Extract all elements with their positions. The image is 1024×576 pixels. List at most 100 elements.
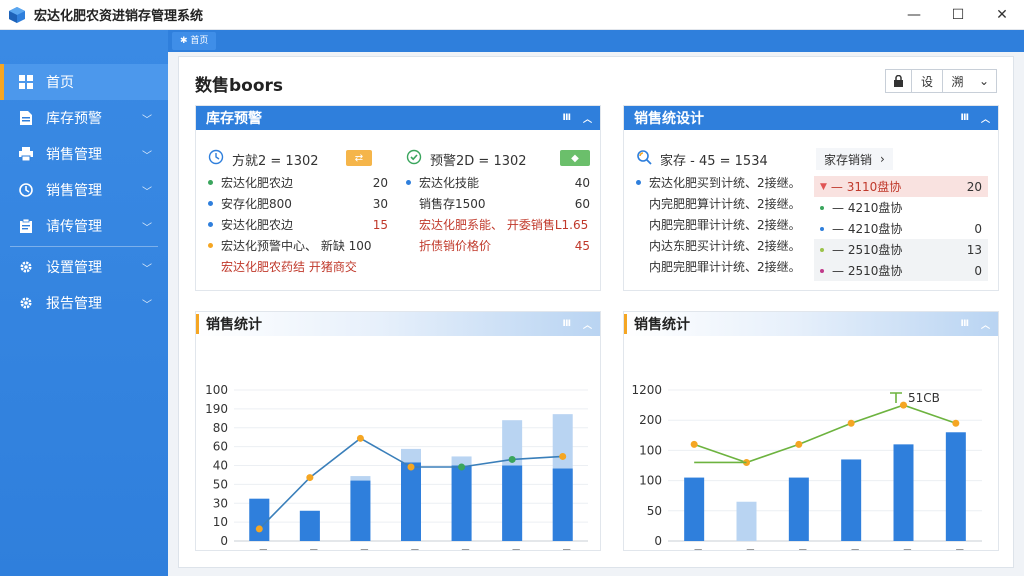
line-point xyxy=(795,440,803,448)
gear-icon xyxy=(18,259,34,275)
collapse-icon[interactable]: ︿ xyxy=(981,318,990,331)
list-item: 安存化肥800 30 xyxy=(208,193,388,214)
sidebar: 首页 库存预警 ﹀ 销售管理 ﹀ 销售管理 ﹀ 请传管理 ﹀ 设置管理 ﹀ 报告… xyxy=(0,30,168,576)
line-point xyxy=(407,463,415,471)
annotation-marker xyxy=(890,392,902,403)
sidebar-item-settings[interactable]: 设置管理 ﹀ xyxy=(0,249,168,285)
line-point xyxy=(900,401,907,409)
search-icon xyxy=(636,149,652,169)
bar xyxy=(893,444,914,541)
control-label-2[interactable]: 溯 xyxy=(942,70,972,92)
chevron-down-icon: ﹀ xyxy=(142,264,152,275)
bar xyxy=(945,432,966,541)
sync-icon: ⇄ xyxy=(346,150,372,166)
line-point xyxy=(458,463,466,471)
list-item: 折债销价格价 45 xyxy=(419,238,590,254)
sidebar-item-label: 销售管理 xyxy=(46,147,102,163)
maximize-button[interactable]: ☐ xyxy=(936,0,980,30)
tag-icon: ◆ xyxy=(560,150,590,166)
panel-title: 销售统设计 xyxy=(634,111,704,127)
x-tick-label: 6月 xyxy=(553,548,573,550)
sidebar-item-sales-2[interactable]: 销售管理 ﹀ xyxy=(0,172,168,208)
series-line xyxy=(693,404,957,464)
y-tick-label: 100 xyxy=(205,383,228,397)
sidebar-item-label: 请传管理 xyxy=(46,219,102,235)
line-point xyxy=(508,455,516,463)
y-tick-label: 40 xyxy=(213,459,228,473)
collapse-icon[interactable]: ︿ xyxy=(981,112,990,125)
top-right-control[interactable]: 设 溯 ⌄ xyxy=(885,69,997,93)
x-tick-label: 2月 xyxy=(737,548,757,550)
list-item: 内肥完肥罪计计统、2接继。 xyxy=(649,260,801,274)
y-tick-label: 200 xyxy=(639,413,662,427)
collapse-icon[interactable]: ︿ xyxy=(583,318,592,331)
x-tick-label: 5月 xyxy=(894,548,914,550)
close-button[interactable]: ✕ xyxy=(980,0,1024,30)
bar xyxy=(684,477,705,541)
list-item: 安达化肥农边 15 xyxy=(208,214,388,235)
line-point xyxy=(255,525,263,533)
summary-row: 家存 - 45 = 1534 xyxy=(636,146,816,172)
line-point xyxy=(356,434,364,442)
columns-icon[interactable]: Ⅲ xyxy=(562,113,571,123)
sidebar-item-label: 销售管理 xyxy=(46,183,102,199)
sidebar-item-label: 库存预警 xyxy=(46,111,102,127)
list-item: 宏达化肥系能、 开委销售L1.65 xyxy=(419,218,589,232)
gear-icon xyxy=(18,295,34,311)
sales-chart-left: 0 10 30 50 40 60 80 190 100 1月 2月 3月 4月 5月 6月 6月 xyxy=(205,383,588,562)
columns-icon[interactable]: Ⅲ xyxy=(960,113,969,123)
x-tick-label: 1月 xyxy=(249,548,269,550)
clock-icon xyxy=(208,149,224,169)
sidebar-item-requests[interactable]: 请传管理 ﹀ xyxy=(0,208,168,244)
list-item: 内达东肥买计计统、2接继。 xyxy=(649,239,801,253)
x-tick-label: 3月 xyxy=(351,548,371,550)
bar xyxy=(249,498,270,541)
printer-icon xyxy=(18,146,34,162)
list-item: 宏达化肥农边 20 xyxy=(208,172,388,193)
x-tick-label: 4月 xyxy=(841,548,861,550)
columns-icon[interactable]: Ⅲ xyxy=(562,319,571,329)
title-bar: 宏达化肥农资进销存管理系统 — ☐ ✕ xyxy=(0,0,1024,30)
bar xyxy=(401,462,421,541)
panel-title: 销售统计 xyxy=(634,317,690,333)
sidebar-item-inventory-alert[interactable]: 库存预警 ﹀ xyxy=(0,100,168,136)
panel-header: 销售统计 Ⅲ ︿ xyxy=(196,312,600,336)
control-label-1[interactable]: 设 xyxy=(912,70,942,92)
y-tick-label: 190 xyxy=(205,402,228,416)
line-point xyxy=(952,419,960,427)
list-item: ▼ — 3110盘协 20 xyxy=(814,176,988,197)
y-tick-label: 0 xyxy=(220,534,228,548)
line-point xyxy=(690,440,698,448)
chevron-down-icon: ﹀ xyxy=(142,223,152,234)
list-item: 宏达化预警中心、 新缺 100 xyxy=(208,235,388,256)
sales-design-panel: 销售统设计 Ⅲ ︿ 家存 - 45 = 1534 宏达化肥买到计统、2接继。 内… xyxy=(623,105,999,291)
list-item: 内肥完肥罪计计统、2接继。 xyxy=(649,218,801,232)
tab-home[interactable]: ✱ 首页 xyxy=(172,32,217,50)
x-tick-label: 5月 xyxy=(452,548,472,550)
list-item: — 2510盘协 13 xyxy=(814,239,988,260)
window-title: 宏达化肥农资进销存管理系统 xyxy=(34,9,204,24)
y-tick-label: 60 xyxy=(213,440,228,454)
lock-icon[interactable] xyxy=(886,70,912,92)
collapse-icon[interactable]: ︿ xyxy=(583,112,592,125)
chevron-down-icon: ﹀ xyxy=(142,187,152,198)
x-tick-label: 4月 xyxy=(401,548,421,550)
sidebar-item-home[interactable]: 首页 xyxy=(0,64,168,100)
sidebar-item-sales-1[interactable]: 销售管理 ﹀ xyxy=(0,136,168,172)
list-item: — 4210盘协 0 xyxy=(814,218,988,239)
bar xyxy=(299,510,320,541)
bar xyxy=(788,477,809,541)
sidebar-divider xyxy=(10,246,158,247)
chevron-down-icon[interactable]: ⌄ xyxy=(972,70,996,92)
list-item: 宏达化技能 40 xyxy=(406,172,590,193)
bar xyxy=(552,468,573,541)
minimize-button[interactable]: — xyxy=(892,0,936,30)
chevron-down-icon: ﹀ xyxy=(142,151,152,162)
sidebar-item-reports[interactable]: 报告管理 ﹀ xyxy=(0,285,168,321)
line-point xyxy=(847,419,855,427)
columns-icon[interactable]: Ⅲ xyxy=(960,319,969,329)
main-content: 数售boors 设 溯 ⌄ 库存预警 Ⅲ ︿ 方就2 = 1302 宏达化肥农边… xyxy=(178,56,1014,568)
chevron-down-icon: ﹀ xyxy=(142,115,152,126)
tag-chip[interactable]: 家存销销 › xyxy=(816,148,893,170)
y-tick-label: 30 xyxy=(213,496,228,510)
